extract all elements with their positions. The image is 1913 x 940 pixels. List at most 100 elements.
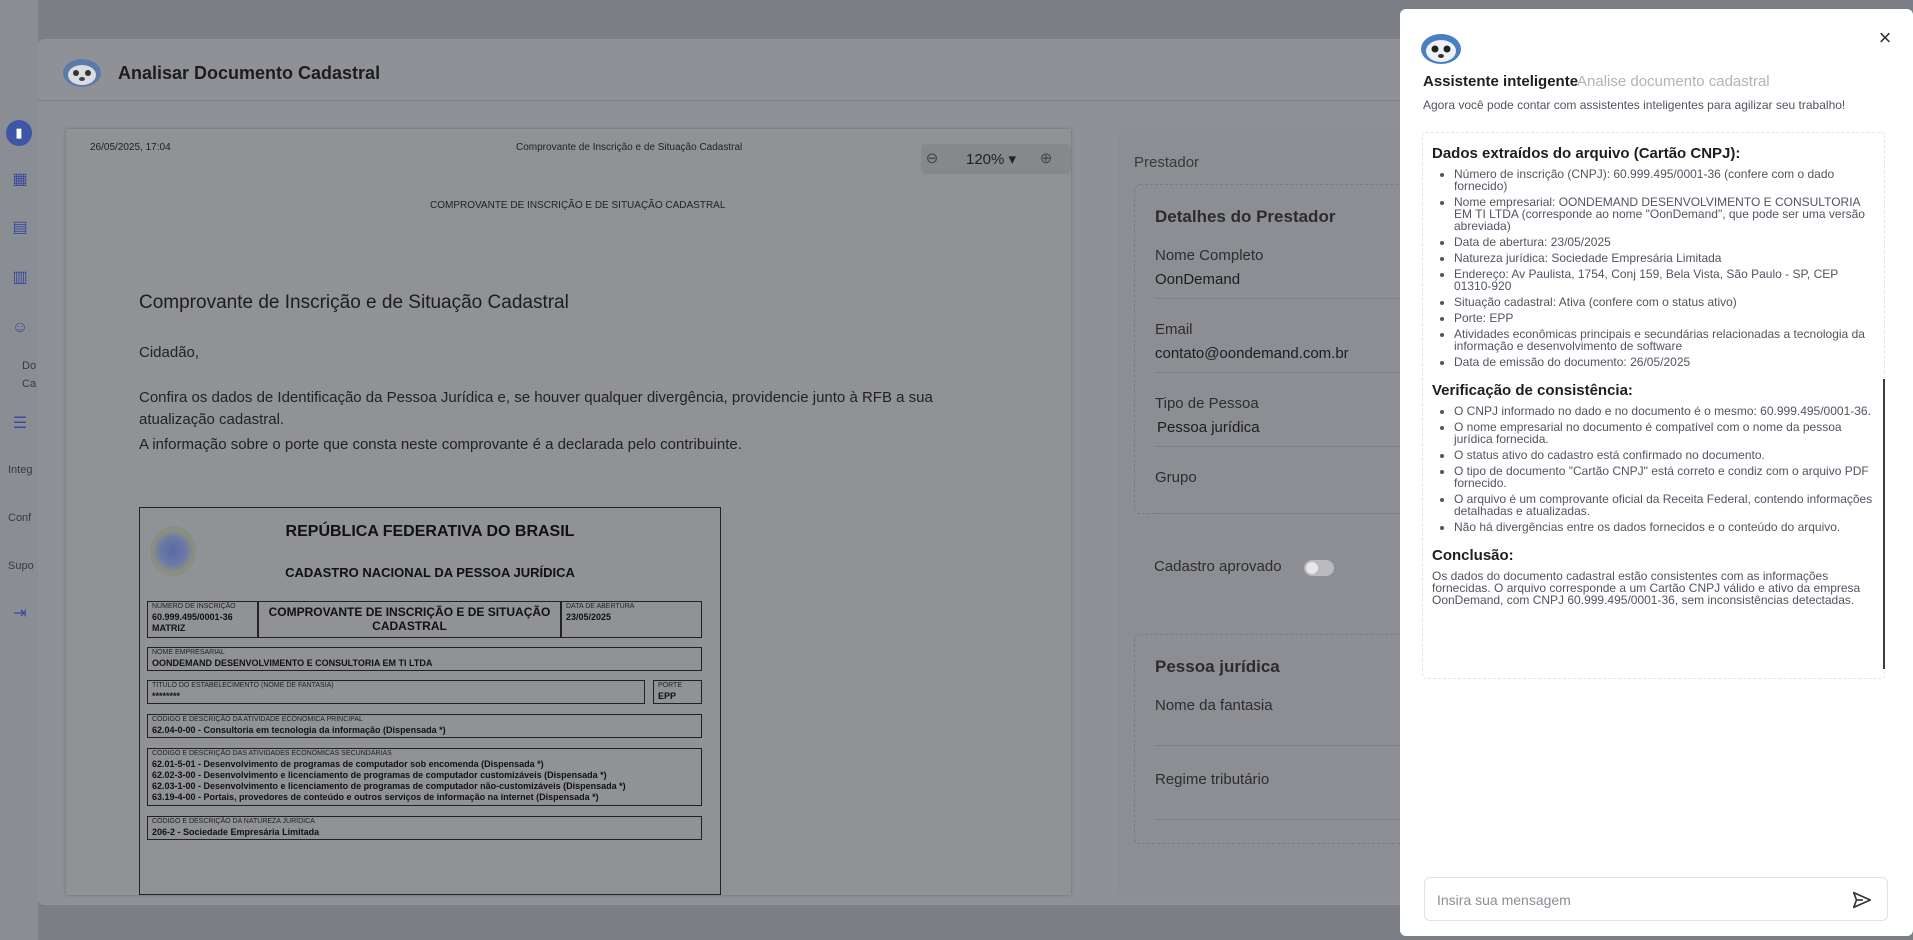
atividade-secundaria: 63.19-4-00 - Portais, provedores de cont… bbox=[152, 792, 599, 802]
nome-completo-field[interactable]: OonDemand bbox=[1155, 271, 1240, 288]
scrollbar[interactable] bbox=[1883, 379, 1885, 669]
sidebar-item-label: Integ bbox=[8, 464, 33, 476]
section-title: Verificação de consistência: bbox=[1432, 382, 1633, 399]
list-item: O CNPJ informado no dado e no documento … bbox=[1454, 405, 1876, 417]
cnpj-certificate: REPÚBLICA FEDERATIVA DO BRASIL CADASTRO … bbox=[139, 507, 721, 895]
tipo-pessoa-label: Tipo de Pessoa bbox=[1155, 395, 1259, 412]
logout-icon[interactable]: ⇥ bbox=[10, 604, 30, 624]
list-item: Natureza jurídica: Sociedade Empresária … bbox=[1454, 252, 1876, 264]
tipo-pessoa-select[interactable]: Pessoa jurídica bbox=[1157, 419, 1260, 436]
pdf-page-caption: COMPROVANTE DE INSCRIÇÃO E DE SITUAÇÃO C… bbox=[430, 200, 726, 211]
list-item: O tipo de documento "Cartão CNPJ" está c… bbox=[1454, 465, 1876, 489]
numero-inscricao-box: NÚMERO DE INSCRIÇÃO 60.999.495/0001-36 M… bbox=[147, 601, 258, 638]
conclusion-text: Os dados do documento cadastral estão co… bbox=[1432, 569, 1861, 607]
certificate-subtitle: CADASTRO NACIONAL DA PESSOA JURÍDICA bbox=[285, 565, 575, 580]
message-input[interactable] bbox=[1437, 888, 1837, 912]
email-label: Email bbox=[1155, 321, 1193, 338]
certificate-title: REPÚBLICA FEDERATIVA DO BRASIL bbox=[285, 523, 575, 540]
numero-inscricao-type: MATRIZ bbox=[152, 623, 186, 633]
nome-fantasia-value: ******** bbox=[152, 691, 181, 701]
regime-tributario-label: Regime tributário bbox=[1155, 771, 1270, 788]
list-item: O nome empresarial no documento é compat… bbox=[1454, 421, 1876, 445]
modal-header: Analisar Documento Cadastral bbox=[38, 39, 1498, 101]
nome-fantasia-box: TÍTULO DO ESTABELECIMENTO (NOME DE FANTA… bbox=[147, 680, 645, 704]
nome-fantasia-label: TÍTULO DO ESTABELECIMENTO (NOME DE FANTA… bbox=[152, 682, 334, 689]
natureza-juridica-value: 206-2 - Sociedade Empresária Limitada bbox=[152, 827, 320, 837]
list-item: O status ativo do cadastro está confirma… bbox=[1454, 449, 1876, 461]
chevron-down-icon: ▾ bbox=[1008, 151, 1017, 168]
details-title: Detalhes do Prestador bbox=[1155, 207, 1336, 226]
zoom-in-icon[interactable]: ⊕ bbox=[1035, 148, 1057, 170]
numero-inscricao-value: 60.999.495/0001-36 bbox=[152, 612, 233, 622]
dashboard-icon[interactable]: ▮ bbox=[6, 120, 32, 146]
grupo-label: Grupo bbox=[1155, 469, 1197, 486]
nome-completo-label: Nome Completo bbox=[1155, 247, 1264, 264]
pdf-viewer[interactable]: 26/05/2025, 17:04 Comprovante de Inscriç… bbox=[66, 129, 1071, 895]
list-item: Endereço: Av Paulista, 1754, Conj 159, B… bbox=[1454, 268, 1876, 292]
atividades-secundarias-box: CÓDIGO E DESCRIÇÃO DAS ATIVIDADES ECONÔM… bbox=[147, 748, 702, 806]
cadastro-aprovado-toggle[interactable] bbox=[1304, 560, 1334, 576]
zoom-value: 120% bbox=[966, 151, 1005, 168]
pdf-header-datetime: 26/05/2025, 17:04 bbox=[90, 142, 171, 153]
kanban-icon[interactable]: ▥ bbox=[10, 268, 30, 288]
assistant-panel: × Assistente inteligente Analise documen… bbox=[1400, 9, 1913, 936]
sidebar-item-label: Conf bbox=[8, 512, 32, 524]
calendar-icon[interactable]: ▦ bbox=[10, 170, 30, 190]
list-item: Porte: EPP bbox=[1454, 312, 1876, 324]
list-item: Data de emissão do documento: 26/05/2025 bbox=[1454, 356, 1876, 368]
natureza-juridica-label: CÓDIGO E DESCRIÇÃO DA NATUREZA JURÍDICA bbox=[152, 818, 315, 825]
atividade-secundaria: 62.02-3-00 - Desenvolvimento e licenciam… bbox=[152, 770, 607, 780]
modal-title: Analisar Documento Cadastral bbox=[118, 63, 381, 83]
sidebar-item-label: Do bbox=[22, 360, 37, 372]
analyze-document-modal: Analisar Documento Cadastral 26/05/2025,… bbox=[38, 39, 1499, 905]
nome-empresarial-box: NOME EMPRESARIAL OONDEMAND DESENVOLVIMEN… bbox=[147, 647, 702, 671]
atividade-secundaria: 62.01-5-01 - Desenvolvimento de programa… bbox=[152, 759, 544, 769]
natureza-juridica-box: CÓDIGO E DESCRIÇÃO DA NATUREZA JURÍDICA … bbox=[147, 816, 702, 840]
nome-fantasia-label: Nome da fantasia bbox=[1155, 697, 1273, 714]
data-abertura-label: DATA DE ABERTURA bbox=[566, 603, 635, 610]
porte-value: EPP bbox=[658, 691, 677, 701]
consistency-list: O CNPJ informado no dado e no documento … bbox=[1454, 405, 1876, 533]
porte-box: PORTE EPP bbox=[653, 680, 702, 704]
pdf-zoom-toolbar: ⊖ 120% ▾ ⊕ bbox=[921, 144, 1071, 174]
users-icon[interactable]: ☺ bbox=[10, 318, 30, 338]
sidebar-item-label: Ca bbox=[22, 378, 37, 390]
send-icon[interactable] bbox=[1851, 889, 1873, 911]
zoom-select[interactable]: 120% ▾ bbox=[966, 150, 1016, 168]
pdf-heading: Comprovante de Inscrição e de Situação C… bbox=[139, 292, 569, 313]
pdf-header-title: Comprovante de Inscrição e de Situação C… bbox=[516, 142, 743, 153]
assistant-response[interactable]: Dados extraídos do arquivo (Cartão CNPJ)… bbox=[1422, 132, 1885, 679]
assistant-description: Agora você pode contar com assistentes i… bbox=[1423, 98, 1846, 112]
close-icon[interactable]: × bbox=[1874, 27, 1896, 49]
pessoa-juridica-title: Pessoa jurídica bbox=[1155, 657, 1280, 676]
assistant-title: Assistente inteligente bbox=[1423, 73, 1579, 90]
clipboard-icon[interactable]: ▤ bbox=[10, 218, 30, 238]
app-sidebar: ▮ ▦ ▤ ▥ ☺ Do Ca ☰ Integ Conf Supo ⇥ bbox=[0, 0, 38, 940]
list-item: Atividades econômicas principais e secun… bbox=[1454, 328, 1876, 352]
assistant-avatar-icon bbox=[1421, 34, 1461, 64]
data-abertura-value: 23/05/2025 bbox=[566, 612, 612, 622]
assistant-logo-icon bbox=[63, 59, 101, 87]
atividade-secundaria: 62.03-1-00 - Desenvolvimento e licenciam… bbox=[152, 781, 626, 791]
checklist-icon[interactable]: ☰ bbox=[10, 414, 30, 434]
message-input-box bbox=[1424, 877, 1888, 921]
comprovante-title-box: COMPROVANTE DE INSCRIÇÃO E DE SITUAÇÃO C… bbox=[258, 601, 561, 638]
list-item: O arquivo é um comprovante oficial da Re… bbox=[1454, 493, 1876, 517]
cadastro-aprovado-label: Cadastro aprovado bbox=[1154, 558, 1282, 575]
porte-label: PORTE bbox=[658, 682, 682, 689]
atividade-principal-label: CÓDIGO E DESCRIÇÃO DA ATIVIDADE ECONÔMIC… bbox=[152, 716, 363, 723]
extracted-data-list: Número de inscrição (CNPJ): 60.999.495/0… bbox=[1454, 168, 1876, 368]
atividades-secundarias-label: CÓDIGO E DESCRIÇÃO DAS ATIVIDADES ECONÔM… bbox=[152, 750, 392, 757]
section-title: Conclusão: bbox=[1432, 547, 1514, 564]
pdf-page: 26/05/2025, 17:04 Comprovante de Inscriç… bbox=[66, 129, 1071, 895]
data-abertura-box: DATA DE ABERTURA 23/05/2025 bbox=[561, 601, 702, 638]
list-item: Número de inscrição (CNPJ): 60.999.495/0… bbox=[1454, 168, 1876, 192]
email-field[interactable]: contato@oondemand.com.br bbox=[1155, 345, 1349, 362]
nome-empresarial-value: OONDEMAND DESENVOLVIMENTO E CONSULTORIA … bbox=[152, 658, 433, 668]
atividade-principal-box: CÓDIGO E DESCRIÇÃO DA ATIVIDADE ECONÔMIC… bbox=[147, 714, 702, 738]
zoom-out-icon[interactable]: ⊖ bbox=[921, 148, 943, 170]
numero-inscricao-label: NÚMERO DE INSCRIÇÃO bbox=[152, 603, 236, 610]
list-item: Data de abertura: 23/05/2025 bbox=[1454, 236, 1876, 248]
section-title: Dados extraídos do arquivo (Cartão CNPJ)… bbox=[1432, 145, 1741, 162]
pdf-greeting: Cidadão, bbox=[139, 344, 200, 361]
